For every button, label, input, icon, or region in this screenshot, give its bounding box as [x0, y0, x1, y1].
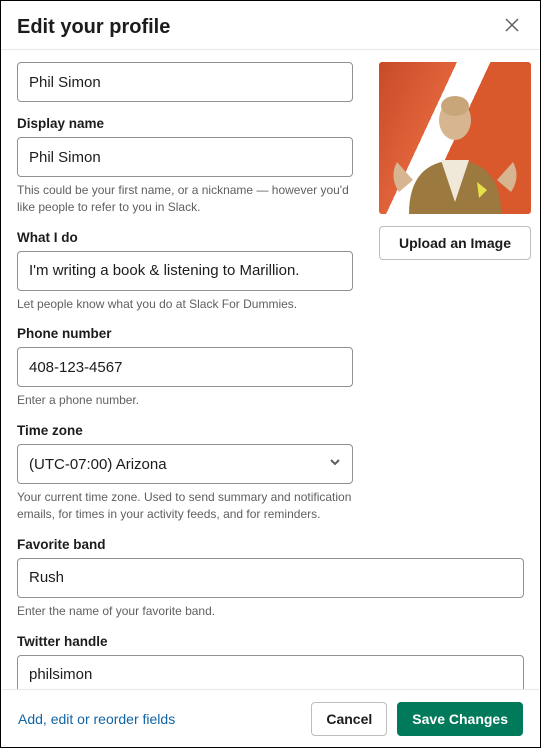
cancel-button[interactable]: Cancel — [311, 702, 387, 736]
phone-help: Enter a phone number. — [17, 392, 353, 409]
whatido-field: What I do Let people know what you do at… — [17, 230, 353, 313]
phone-input[interactable] — [17, 347, 353, 387]
timezone-help: Your current time zone. Used to send sum… — [17, 489, 353, 523]
twitter-input[interactable] — [17, 655, 524, 692]
timezone-select[interactable] — [17, 444, 353, 484]
displayname-label: Display name — [17, 116, 353, 131]
whatido-help: Let people know what you do at Slack For… — [17, 296, 353, 313]
whatido-input[interactable] — [17, 251, 353, 291]
twitter-label: Twitter handle — [17, 634, 524, 649]
band-label: Favorite band — [17, 537, 524, 552]
phone-field: Phone number Enter a phone number. — [17, 326, 353, 409]
timezone-label: Time zone — [17, 423, 353, 438]
whatido-label: What I do — [17, 230, 353, 245]
close-icon — [505, 18, 519, 37]
band-input[interactable] — [17, 558, 524, 598]
displayname-input[interactable] — [17, 137, 353, 177]
modal-body: Display name This could be your first na… — [1, 50, 540, 692]
upload-image-button[interactable]: Upload an Image — [379, 226, 531, 260]
timezone-field: Time zone Your current time zone. Used t… — [17, 423, 353, 523]
twitter-field: Twitter handle Enter your Twitter handle… — [17, 634, 524, 692]
band-help: Enter the name of your favorite band. — [17, 603, 524, 620]
modal-footer: Add, edit or reorder fields Cancel Save … — [2, 689, 539, 747]
modal-title: Edit your profile — [17, 16, 170, 39]
profile-avatar — [379, 62, 531, 214]
reorder-fields-link[interactable]: Add, edit or reorder fields — [18, 711, 175, 727]
displayname-help: This could be your first name, or a nick… — [17, 182, 353, 216]
phone-label: Phone number — [17, 326, 353, 341]
save-button[interactable]: Save Changes — [397, 702, 523, 736]
fullname-field — [17, 62, 353, 102]
displayname-field: Display name This could be your first na… — [17, 116, 353, 216]
fullname-input[interactable] — [17, 62, 353, 102]
modal-header: Edit your profile — [1, 1, 540, 50]
close-button[interactable] — [500, 15, 524, 39]
band-field: Favorite band Enter the name of your fav… — [17, 537, 524, 620]
avatar-image — [379, 62, 531, 214]
